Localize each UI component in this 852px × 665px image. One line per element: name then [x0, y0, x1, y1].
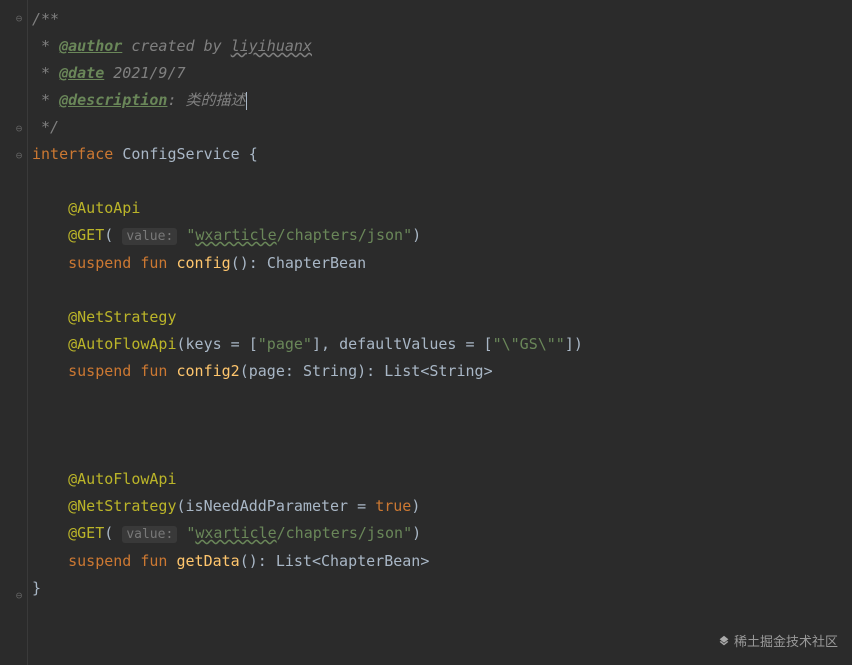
doc-tag-author: @author [59, 37, 122, 55]
code-line: */ [32, 114, 852, 141]
function-getdata: getData [177, 552, 240, 570]
watermark: 稀土掘金技术社区 [717, 628, 838, 655]
annotation-autoapi: @AutoApi [68, 199, 140, 217]
code-line [32, 412, 852, 439]
editor-gutter: ⊖ ⊖ ⊖ ⊖ [0, 0, 28, 665]
fold-icon[interactable]: ⊖ [14, 590, 24, 600]
code-line: @AutoFlowApi(keys = ["page"], defaultVal… [32, 331, 852, 358]
code-line [32, 277, 852, 304]
fold-icon[interactable]: ⊖ [14, 123, 24, 133]
author-link: liyihuanx [231, 37, 312, 55]
code-line: /** [32, 6, 852, 33]
interface-name: ConfigService [122, 145, 239, 163]
code-line: suspend fun config(): ChapterBean [32, 250, 852, 277]
annotation-get: @GET [68, 524, 104, 542]
code-line: @NetStrategy [32, 304, 852, 331]
code-line: @AutoFlowApi [32, 466, 852, 493]
fold-icon[interactable]: ⊖ [14, 150, 24, 160]
code-line: @AutoApi [32, 195, 852, 222]
function-config: config [177, 254, 231, 272]
fold-icon[interactable]: ⊖ [14, 13, 24, 23]
code-line: @GET( value: "wxarticle/chapters/json") [32, 222, 852, 250]
code-line: suspend fun getData(): List<ChapterBean> [32, 548, 852, 575]
code-line [32, 439, 852, 466]
code-line: * @author created by liyihuanx [32, 33, 852, 60]
code-line [32, 168, 852, 195]
code-line: interface ConfigService { [32, 141, 852, 168]
annotation-get: @GET [68, 226, 104, 244]
keyword-interface: interface [32, 145, 113, 163]
param-hint: value: [122, 228, 177, 245]
doc-open: /** [32, 10, 59, 28]
text-cursor [246, 92, 247, 110]
annotation-netstrategy: @NetStrategy [68, 497, 176, 515]
code-line [32, 385, 852, 412]
code-line: @NetStrategy(isNeedAddParameter = true) [32, 493, 852, 520]
annotation-autoflowapi: @AutoFlowApi [68, 335, 176, 353]
annotation-autoflowapi: @AutoFlowApi [68, 470, 176, 488]
code-editor-content[interactable]: /** * @author created by liyihuanx * @da… [0, 0, 852, 602]
url-wxarticle: wxarticle [195, 524, 276, 542]
code-line: } [32, 575, 852, 602]
param-hint: value: [122, 526, 177, 543]
doc-tag-date: @date [59, 64, 104, 82]
description-text: 类的描述 [186, 91, 246, 109]
code-line: @GET( value: "wxarticle/chapters/json") [32, 520, 852, 548]
code-line: * @date 2021/9/7 [32, 60, 852, 87]
function-config2: config2 [177, 362, 240, 380]
doc-tag-description: @description [59, 91, 167, 109]
code-line: * @description: 类的描述 [32, 87, 852, 114]
watermark-icon [717, 634, 731, 648]
code-line: suspend fun config2(page: String): List<… [32, 358, 852, 385]
doc-close: */ [32, 118, 59, 136]
url-wxarticle: wxarticle [195, 226, 276, 244]
annotation-netstrategy: @NetStrategy [68, 308, 176, 326]
